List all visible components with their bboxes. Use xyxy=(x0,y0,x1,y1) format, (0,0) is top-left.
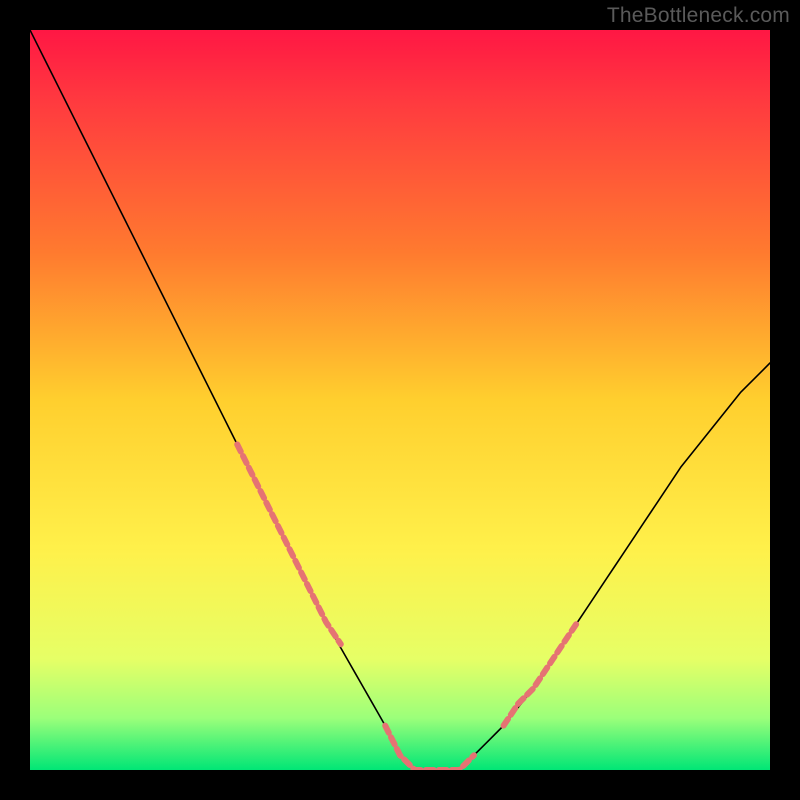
plot-area xyxy=(30,30,770,770)
chart-svg xyxy=(30,30,770,770)
chart-container: TheBottleneck.com xyxy=(0,0,800,800)
watermark-text: TheBottleneck.com xyxy=(607,4,790,28)
